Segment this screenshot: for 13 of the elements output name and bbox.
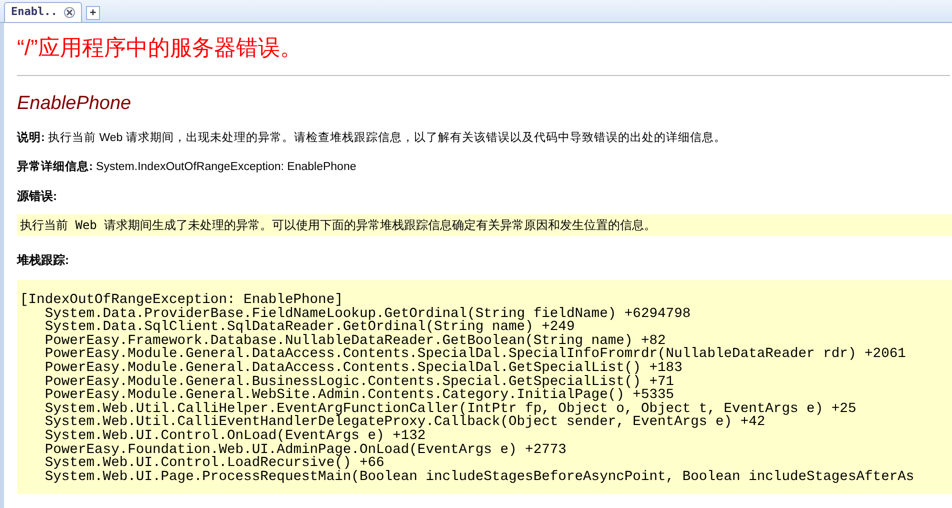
close-icon[interactable]	[64, 7, 75, 18]
source-error-text: 执行当前 Web 请求期间生成了未处理的异常。可以使用下面的异常堆栈跟踪信息确定有关异常原因和发生位置的信息。	[17, 214, 952, 236]
stack-trace-label: 堆栈跟踪:	[17, 252, 70, 268]
source-error-label: 源错误:	[17, 188, 58, 204]
stack-trace: [IndexOutOfRangeException: EnablePhone] System.Data.ProviderBase.FieldNameLookup.GetOrdinal(String fieldName) +6294798 System.Data.SqlClient.SqlDataReader.GetOrdinal(String name) +249 PowerEasy.Framework.Database.NullableDataReader.GetBoolean(String name) +82 PowerEasy.Module.General.DataAccess.Contents.SpecialDal.SpecialInfoFromrdr(NullableDataReader rdr) +2061 PowerEasy.Module.General.DataAccess.Contents.SpecialDal.GetSpecialList() +183 PowerEasy.Module.General.BusinessLogic.Contents.Special.GetSpecialList() +71 PowerEasy.Module.General.WebSite.Admin.Contents.Category.InitialPage() +5335 System.Web.Util.CalliHelper.EventArgFunctionCaller(IntPtr fp, Object o, Object t, EventArgs e) +25 System.Web.Util.CalliEventHandlerDelegateProxy.Callback(Object sender, EventArgs e) +42 System.Web.UI.Control.OnLoad(EventArgs e) +132 PowerEasy.Foundation.Web.UI.AdminPage.OnLoad(EventArgs e) +2773 System.Web.UI.Control.LoadRecursive() +66 System.Web.UI.Page.ProcessRequestMain(Boolean includeStagesBeforeAsyncPoint, Boolean includeStagesAfterAs	[17, 280, 952, 494]
exception-details-label: 异常详细信息:	[17, 161, 93, 173]
exception-details-text: System.IndexOutOfRangeException: EnablePhone	[96, 161, 356, 173]
tab[interactable]: Enabl..	[4, 2, 82, 22]
description-label: 说明:	[17, 132, 45, 144]
description-text: 执行当前 Web 请求期间，出现未处理的异常。请检查堆栈跟踪信息，以了解有关该错误以及代码中导致错误的出处的详细信息。	[48, 132, 726, 144]
new-tab-button[interactable]: +	[86, 6, 100, 20]
page-title: “/”应用程序中的服务器错误。	[17, 33, 950, 76]
error-name: EnablePhone	[17, 92, 132, 116]
